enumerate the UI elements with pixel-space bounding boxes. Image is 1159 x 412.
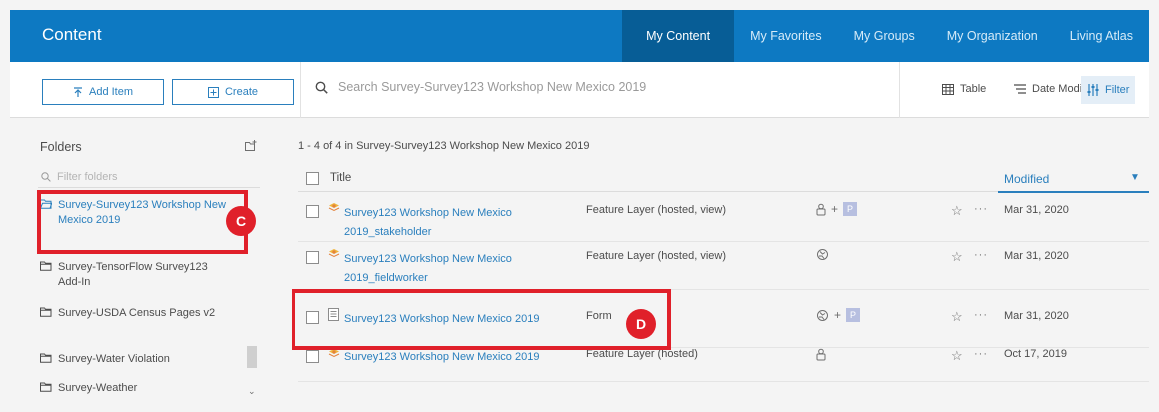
private-lock-icon [816, 203, 826, 215]
create-label: Create [224, 86, 259, 98]
favorite-star-icon[interactable]: ☆ [951, 348, 963, 364]
folder-item-weather[interactable]: Survey-Weather [40, 381, 230, 396]
filter-button[interactable]: Filter [1081, 76, 1136, 104]
new-folder-icon[interactable] [245, 140, 257, 154]
upload-icon [73, 86, 82, 97]
tab-my-organization[interactable]: My Organization [931, 10, 1054, 62]
folder-icon [40, 353, 52, 363]
modified-date: Mar 31, 2020 [1004, 250, 1069, 262]
highlight-box-c [37, 190, 248, 254]
item-title-link[interactable]: Survey123 Workshop New Mexico 2019_stake… [344, 204, 584, 242]
top-header: Content My Content My Favorites My Group… [10, 10, 1149, 62]
sort-indicator-line [998, 191, 1149, 193]
folder-icon [40, 261, 52, 271]
sharing-status: + P [816, 202, 858, 216]
title-column-header[interactable]: Title [330, 172, 351, 184]
filter-label: Filter [1105, 84, 1130, 96]
tab-living-atlas[interactable]: Living Atlas [1054, 10, 1149, 62]
filter-folders-input[interactable]: Filter folders [38, 166, 260, 188]
folders-title: Folders [40, 140, 82, 154]
divider [300, 62, 301, 118]
folders-sidebar: Folders Filter folders Survey-Survey123 … [10, 130, 272, 402]
table-row: Survey123 Workshop New Mexico 2019_field… [298, 242, 1149, 290]
table-row: Survey123 Workshop New Mexico 2019 Featu… [298, 348, 1149, 382]
results-count: 1 - 4 of 4 in Survey-Survey123 Workshop … [298, 140, 590, 152]
highlight-box-d [292, 289, 671, 350]
favorite-star-icon[interactable]: ☆ [951, 203, 963, 219]
select-all-checkbox[interactable] [306, 172, 319, 185]
item-type: Feature Layer (hosted, view) [586, 250, 727, 262]
create-button[interactable]: Create [172, 79, 294, 105]
folder-item-water-violation[interactable]: Survey-Water Violation [40, 352, 230, 367]
sharing-status [816, 248, 829, 261]
modified-column-header[interactable]: Modified [1004, 172, 1049, 186]
private-lock-icon [816, 348, 826, 361]
annotation-badge-d: D [626, 309, 656, 339]
partner-badge-icon: P [843, 202, 858, 216]
plus-icon: + [834, 308, 842, 322]
row-checkbox[interactable] [306, 205, 319, 218]
content-toolbar: Add Item Create Search Survey-Survey123 … [10, 62, 1149, 118]
table-label: Table [960, 83, 987, 95]
sort-lines-icon [1014, 84, 1026, 94]
item-type: Feature Layer (hosted, view) [586, 204, 727, 216]
folder-item-usda-census[interactable]: Survey-USDA Census Pages v2 [40, 306, 230, 321]
feature-layer-icon [328, 203, 340, 212]
row-checkbox[interactable] [306, 251, 319, 264]
more-options-icon[interactable]: ··· [974, 348, 988, 360]
list-header: Title Modified ▼ [298, 166, 1149, 193]
folder-icon [40, 382, 52, 392]
item-title-link[interactable]: Survey123 Workshop New Mexico 2019 [344, 348, 584, 367]
search-icon [315, 81, 328, 94]
partner-badge-icon: P [846, 308, 861, 322]
divider [899, 62, 900, 118]
table-row: Survey123 Workshop New Mexico 2019_stake… [298, 196, 1149, 242]
shared-globe-icon [817, 249, 828, 260]
favorite-star-icon[interactable]: ☆ [951, 309, 963, 325]
content-nav: My Content My Favorites My Groups My Org… [622, 10, 1149, 62]
plus-box-icon [207, 86, 219, 98]
shared-globe-icon [817, 309, 828, 321]
table-view-button[interactable]: Table [942, 83, 986, 95]
add-item-label: Add Item [88, 86, 134, 98]
filter-folders-placeholder: Filter folders [57, 170, 118, 183]
favorite-star-icon[interactable]: ☆ [951, 249, 963, 265]
sharing-status: + P [816, 308, 861, 322]
table-icon [942, 83, 954, 95]
search-icon [41, 171, 51, 182]
tab-my-groups[interactable]: My Groups [838, 10, 931, 62]
modified-date: Oct 17, 2019 [1004, 348, 1067, 360]
folder-item-tensorflow[interactable]: Survey-TensorFlow Survey123 Add-In [40, 260, 230, 290]
modified-date: Mar 31, 2020 [1004, 310, 1069, 322]
chevron-down-icon[interactable]: ⌄ [248, 386, 256, 397]
page-title: Content [42, 25, 102, 44]
sidebar-scrollbar[interactable] [247, 346, 257, 368]
folder-label: Survey-Weather [58, 382, 138, 394]
folder-label: Survey-USDA Census Pages v2 [58, 307, 216, 319]
search-placeholder: Search Survey-Survey123 Workshop New Mex… [338, 80, 647, 94]
more-options-icon[interactable]: ··· [974, 249, 988, 261]
add-item-button[interactable]: Add Item [42, 79, 164, 105]
folder-icon [40, 307, 52, 317]
modified-date: Mar 31, 2020 [1004, 204, 1069, 216]
plus-icon: + [831, 202, 839, 216]
filter-sliders-icon [1087, 84, 1099, 96]
feature-layer-icon [328, 249, 340, 258]
sharing-status [816, 348, 826, 361]
more-options-icon[interactable]: ··· [974, 203, 988, 215]
folder-label: Survey-Water Violation [58, 353, 170, 365]
item-title-link[interactable]: Survey123 Workshop New Mexico 2019_field… [344, 250, 584, 288]
tab-my-content[interactable]: My Content [622, 10, 735, 62]
tab-my-favorites[interactable]: My Favorites [734, 10, 838, 62]
folder-label: Survey-TensorFlow Survey123 Add-In [58, 261, 208, 288]
more-options-icon[interactable]: ··· [974, 309, 988, 321]
annotation-badge-c: C [226, 206, 256, 236]
sort-descending-icon[interactable]: ▼ [1130, 172, 1140, 183]
search-input[interactable]: Search Survey-Survey123 Workshop New Mex… [315, 80, 646, 94]
row-checkbox[interactable] [306, 350, 319, 363]
